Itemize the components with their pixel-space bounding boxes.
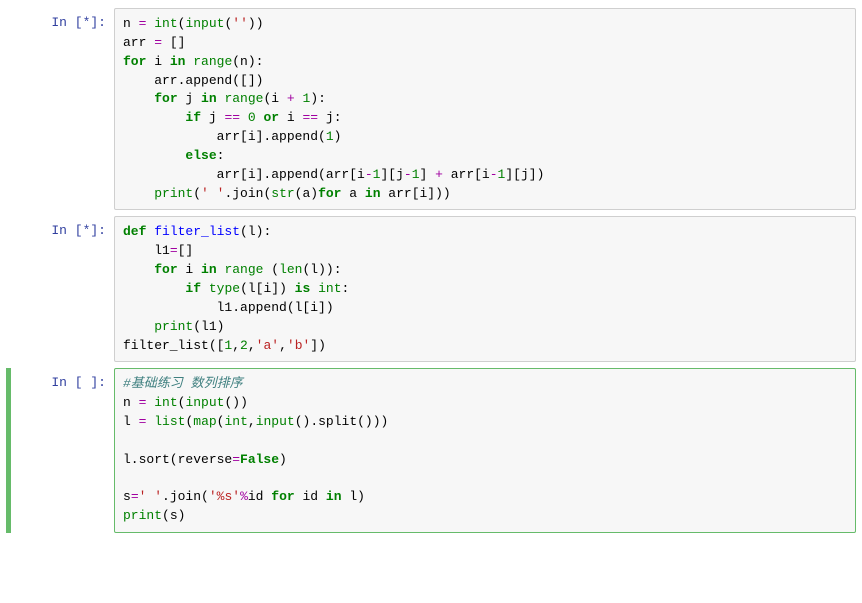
input-prompt: In [*]: (6, 216, 114, 362)
code-cell[interactable]: In [*]:n = int(input('')) arr = [] for i… (6, 8, 856, 210)
code-input[interactable]: def filter_list(l): l1=[] for i in range… (114, 216, 856, 362)
input-prompt: In [ ]: (6, 368, 114, 533)
code-cell[interactable]: In [*]:def filter_list(l): l1=[] for i i… (6, 216, 856, 362)
input-prompt: In [*]: (6, 8, 114, 210)
code-cell[interactable]: In [ ]:#基础练习 数列排序 n = int(input()) l = l… (6, 368, 856, 533)
code-input[interactable]: n = int(input('')) arr = [] for i in ran… (114, 8, 856, 210)
code-input[interactable]: #基础练习 数列排序 n = int(input()) l = list(map… (114, 368, 856, 533)
jupyter-notebook: In [*]:n = int(input('')) arr = [] for i… (6, 8, 856, 533)
